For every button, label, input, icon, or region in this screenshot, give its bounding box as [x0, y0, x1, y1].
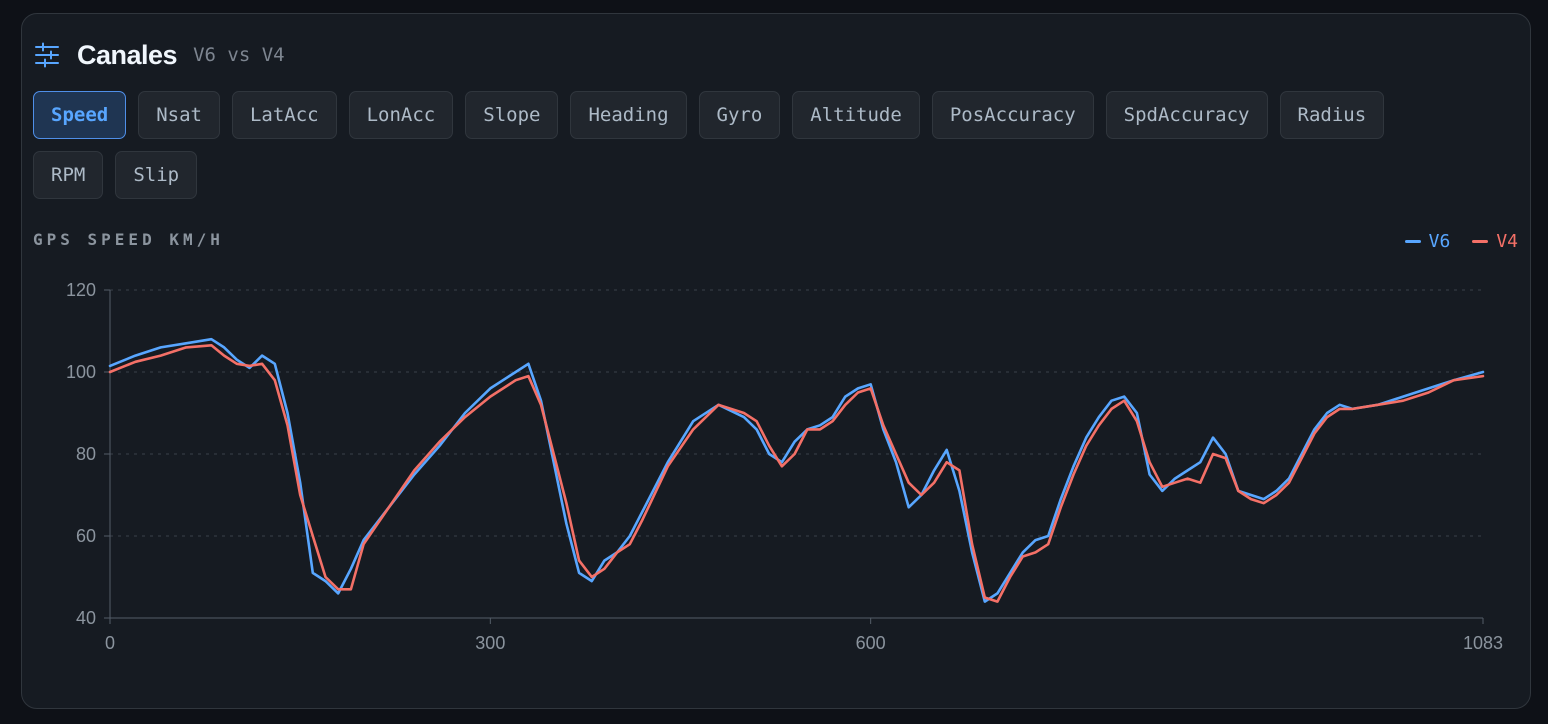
series-line-v6 [108, 337, 1485, 603]
y-tick-label-60: 60 [76, 526, 96, 546]
x-tick-label-0: 0 [105, 633, 115, 653]
speed-chart: 40 60 80 100 120 0 300 600 1083 [66, 280, 1503, 653]
x-tick-label-300: 300 [475, 633, 505, 653]
series-line-v4 [108, 343, 1485, 603]
y-tick-label-100: 100 [66, 362, 96, 382]
x-tick-label-600: 600 [856, 633, 886, 653]
y-tick-label-40: 40 [76, 608, 96, 628]
y-tick-label-120: 120 [66, 280, 96, 300]
y-tick-label-80: 80 [76, 444, 96, 464]
x-tick-label-1083: 1083 [1463, 633, 1503, 653]
